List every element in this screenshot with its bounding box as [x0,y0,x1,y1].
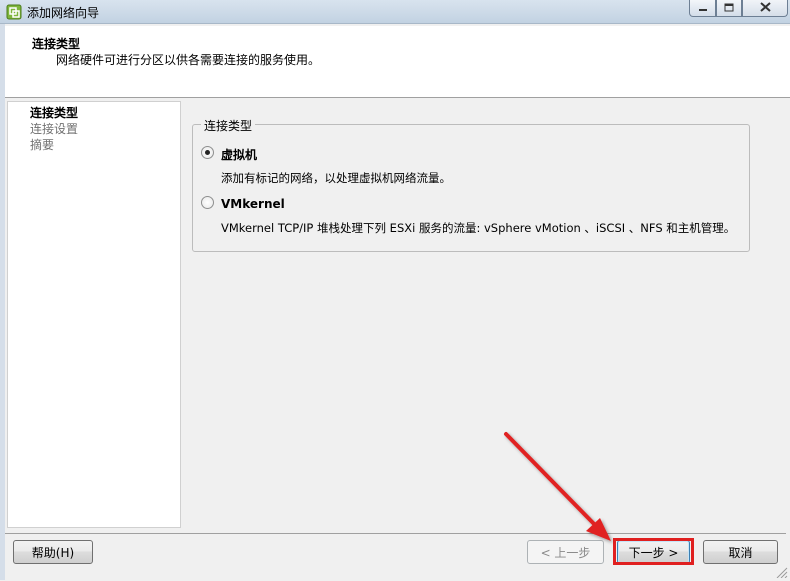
window-title: 添加网络向导 [27,6,100,20]
window-frame-left [0,24,5,580]
option-virtual-machine-description: 添加有标记的网络，以处理虚拟机网络流量。 [221,171,451,185]
wizard-header: 连接类型 网络硬件可进行分区以供各需要连接的服务使用。 [5,26,790,98]
nav-step-connection-settings[interactable]: 连接设置 [30,120,78,137]
nav-step-connection-type[interactable]: 连接类型 [30,104,78,121]
next-button-highlight-box [613,538,694,565]
minimize-button[interactable] [689,0,716,17]
maximize-icon [724,1,734,15]
wizard-steps-nav: 连接类型 连接设置 摘要 [7,101,181,528]
close-button[interactable] [742,0,788,17]
radio-virtual-machine[interactable] [201,146,214,159]
radio-vmkernel[interactable] [201,196,214,209]
resize-grip-icon[interactable] [774,565,788,579]
back-button[interactable]: < 上一步 [527,540,604,564]
option-vmkernel-label[interactable]: VMkernel [221,197,285,211]
page-subtitle: 网络硬件可进行分区以供各需要连接的服务使用。 [56,53,321,67]
page-title: 连接类型 [32,37,81,51]
group-legend: 连接类型 [201,117,256,134]
option-virtual-machine-label[interactable]: 虚拟机 [221,146,257,163]
window-frame-right [786,24,790,580]
maximize-button[interactable] [716,0,742,17]
title-bar[interactable]: 添加网络向导 [0,0,790,24]
cancel-button[interactable]: 取消 [703,540,778,564]
add-network-wizard-window: 添加网络向导 连接类型 网络硬件可进行分区以供各需要连接的服务使用。 连接类型 … [0,0,790,580]
footer-divider [5,533,786,534]
close-icon [759,1,771,15]
nav-step-summary[interactable]: 摘要 [30,136,54,153]
option-vmkernel-description: VMkernel TCP/IP 堆栈处理下列 ESXi 服务的流量: vSphe… [221,221,736,235]
minimize-icon [698,1,708,15]
help-button[interactable]: 帮助(H) [13,540,93,564]
app-icon [6,4,22,20]
